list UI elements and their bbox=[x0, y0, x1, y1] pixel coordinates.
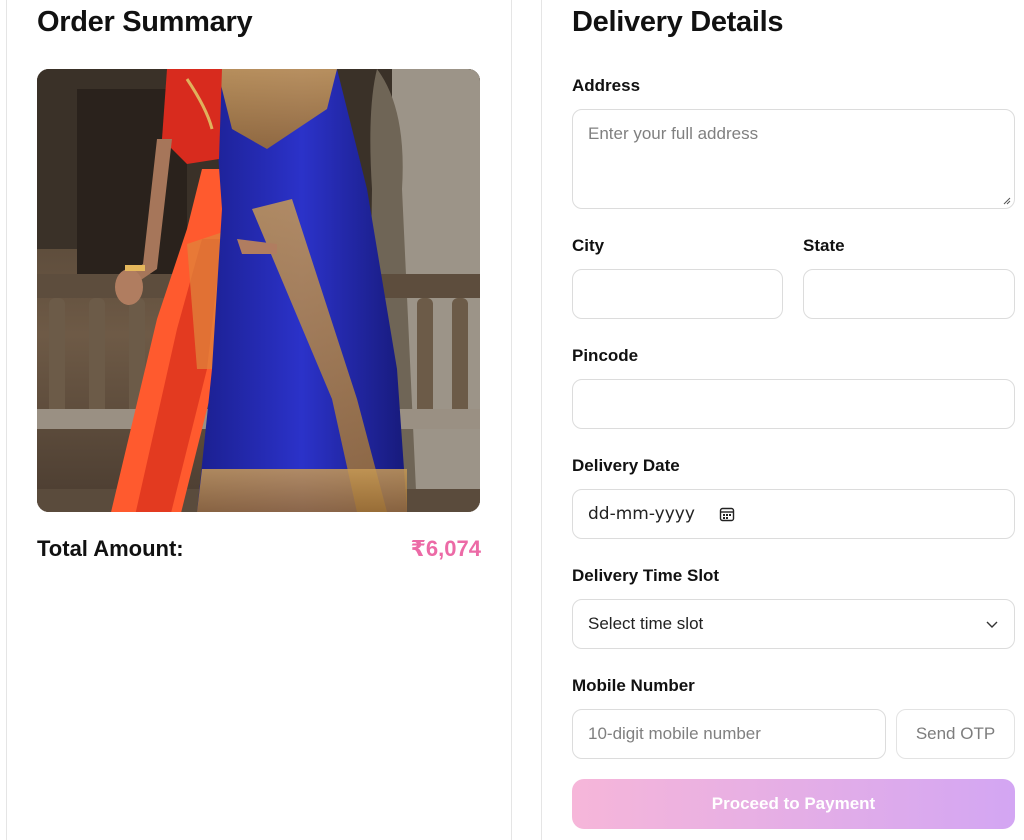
saree-photo bbox=[37, 69, 480, 512]
address-field[interactable] bbox=[572, 109, 1015, 209]
city-field[interactable] bbox=[572, 269, 783, 319]
total-amount-value: ₹6,074 bbox=[410, 536, 481, 561]
order-summary-title: Order Summary bbox=[37, 6, 253, 38]
delivery-date-label: Delivery Date bbox=[572, 456, 680, 475]
delivery-details-panel: Delivery Details Address City State Pinc… bbox=[541, 0, 1024, 840]
product-image bbox=[37, 69, 480, 512]
send-otp-button[interactable]: Send OTP bbox=[896, 709, 1015, 759]
time-slot-label: Delivery Time Slot bbox=[572, 566, 720, 585]
mobile-number-label: Mobile Number bbox=[572, 676, 695, 695]
total-amount-label: Total Amount: bbox=[37, 536, 184, 561]
order-summary-panel: Order Summary Total Amount: ₹6,074 bbox=[6, 0, 512, 840]
delivery-date-value: dd-mm-yyyy bbox=[588, 504, 695, 524]
state-field[interactable] bbox=[803, 269, 1015, 319]
time-slot-selected: Select time slot bbox=[588, 614, 704, 633]
pincode-field[interactable] bbox=[572, 379, 1015, 429]
address-label: Address bbox=[572, 76, 641, 95]
calendar-icon[interactable] bbox=[719, 506, 735, 522]
delivery-details-title: Delivery Details bbox=[572, 6, 784, 38]
chevron-down-icon bbox=[986, 621, 998, 628]
city-label: City bbox=[572, 236, 605, 255]
pincode-label: Pincode bbox=[572, 346, 639, 365]
proceed-to-payment-button[interactable]: Proceed to Payment bbox=[572, 779, 1015, 829]
resize-grip-icon[interactable] bbox=[1003, 197, 1011, 205]
delivery-date-field[interactable]: dd-mm-yyyy bbox=[572, 489, 1015, 539]
state-label: State bbox=[803, 236, 845, 255]
time-slot-select[interactable]: Select time slot bbox=[572, 599, 1015, 649]
mobile-number-field[interactable] bbox=[572, 709, 886, 759]
